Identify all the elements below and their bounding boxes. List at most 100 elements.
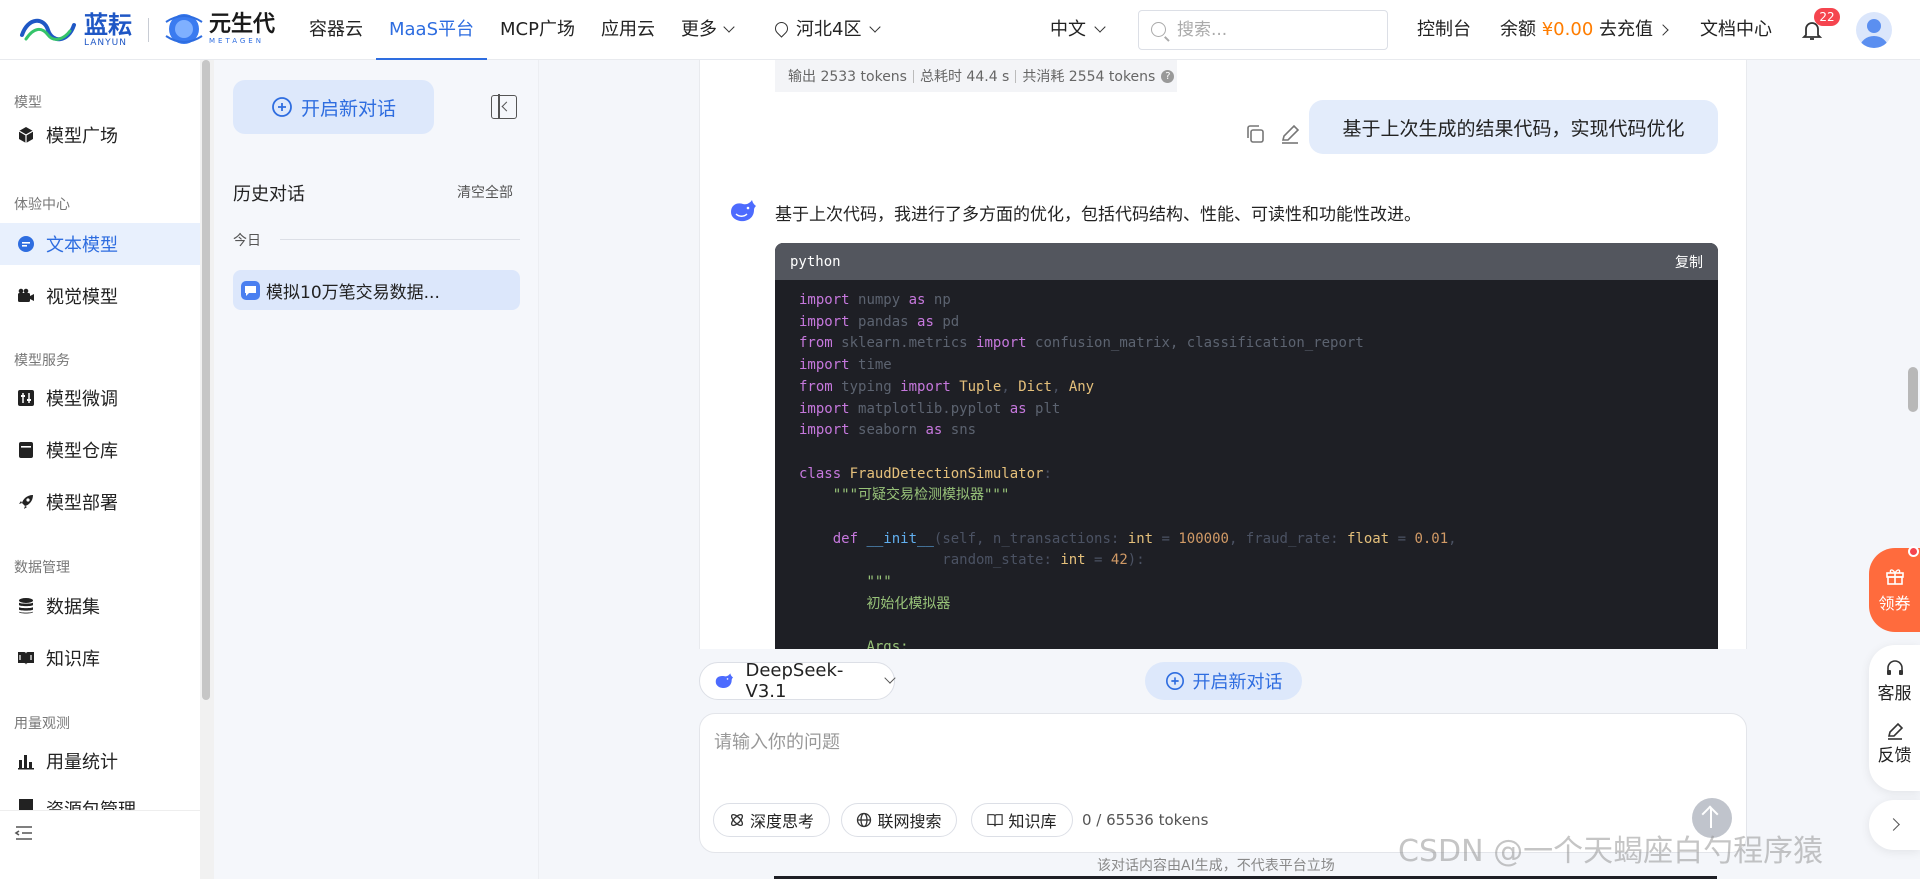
book-icon bbox=[16, 648, 36, 668]
customer-service-button[interactable]: 客服 bbox=[1869, 659, 1920, 704]
docs-center-link[interactable]: 文档中心 bbox=[1700, 0, 1772, 60]
coupon-button[interactable]: 领券 bbox=[1869, 548, 1920, 632]
lanyun-logo-icon bbox=[20, 18, 76, 42]
model-selector[interactable]: DeepSeek-V3.1 bbox=[699, 660, 896, 702]
new-chat-label: 开启新对话 bbox=[300, 97, 396, 120]
sidebar-item-dataset[interactable]: 数据集 bbox=[0, 585, 200, 627]
sidebar-item-label: 资源包管理 bbox=[46, 796, 136, 810]
book-icon bbox=[987, 814, 1004, 827]
lanyun-brand-name: 蓝耘 bbox=[84, 10, 132, 39]
nav-label: MaaS平台 bbox=[389, 19, 475, 40]
chevron-down-icon bbox=[869, 21, 882, 33]
web-search-toggle[interactable]: 联网搜索 bbox=[841, 803, 957, 837]
knowledge-base-toggle[interactable]: 知识库 bbox=[971, 803, 1073, 837]
left-sidebar: 模型 模型广场 体验中心 文本模型 视觉模型 模型服务 模型微调 模型仓库 模型… bbox=[0, 60, 214, 879]
token-counter: 0 / 65536 tokens bbox=[1082, 811, 1209, 829]
user-icon bbox=[1860, 19, 1888, 48]
knowledge-base-label: 知识库 bbox=[1008, 812, 1057, 831]
region-selector[interactable]: 河北4区 bbox=[772, 0, 882, 60]
lanyun-logo[interactable]: 蓝耘 LANYUN bbox=[18, 10, 132, 50]
headset-icon bbox=[1886, 660, 1903, 675]
chevron-right-icon bbox=[1657, 24, 1669, 36]
token-stats: 输出 2533 tokens 总耗时 44.4 s 共消耗 2554 token… bbox=[775, 60, 1177, 92]
sidebar-item-label: 模型仓库 bbox=[46, 441, 118, 462]
chevron-down-icon bbox=[1094, 21, 1106, 33]
nav-label: 更多 bbox=[680, 19, 717, 40]
new-chat-button[interactable]: 开启新对话 bbox=[1145, 662, 1302, 700]
expand-float-button[interactable] bbox=[1869, 800, 1920, 850]
add-chat-icon bbox=[1165, 672, 1184, 690]
nav-container-cloud[interactable]: 容器云 bbox=[296, 0, 376, 60]
language-selector[interactable]: 中文 bbox=[1050, 0, 1106, 60]
nav-label: MCP广场 bbox=[500, 19, 575, 40]
recharge-link[interactable]: 去充值 bbox=[1599, 19, 1653, 40]
nav-label: 容器云 bbox=[309, 19, 363, 40]
menu-collapse-icon[interactable] bbox=[14, 823, 34, 843]
copy-code-button[interactable]: 复制 bbox=[1675, 252, 1703, 272]
history-item[interactable]: 模拟10万笔交易数据... bbox=[233, 270, 520, 310]
message-input[interactable] bbox=[714, 728, 1714, 778]
support-panel: 客服 反馈 bbox=[1869, 645, 1920, 791]
sidebar-scrollbar[interactable] bbox=[200, 60, 214, 879]
metagen-brand-name: 元生代 bbox=[209, 11, 276, 37]
metagen-brand-en: METAGEN bbox=[209, 36, 264, 45]
nav-app-cloud[interactable]: 应用云 bbox=[588, 0, 668, 60]
sidebar-section-service: 模型服务 bbox=[14, 353, 70, 369]
edit-icon[interactable] bbox=[1279, 123, 1301, 145]
history-item-label: 模拟10万笔交易数据... bbox=[266, 282, 440, 303]
sidebar-item-text-model[interactable]: 文本模型 bbox=[0, 223, 200, 265]
sidebar-item-deploy[interactable]: 模型部署 bbox=[0, 481, 200, 523]
code-language: python bbox=[790, 253, 841, 270]
sidebar-item-knowledge[interactable]: 知识库 bbox=[0, 637, 200, 679]
deepseek-whale-icon bbox=[715, 673, 734, 689]
help-icon[interactable]: ? bbox=[1161, 69, 1175, 83]
balance-recharge[interactable]: 余额 ¥0.00 去充值 bbox=[1500, 0, 1669, 60]
feedback-button[interactable]: 反馈 bbox=[1869, 721, 1920, 766]
clear-all-button[interactable]: 清空全部 bbox=[457, 182, 513, 202]
metagen-logo[interactable]: 元生代 METAGEN bbox=[163, 8, 275, 50]
today-group-label: 今日 bbox=[233, 233, 261, 249]
search-input[interactable] bbox=[1177, 18, 1377, 42]
sidebar-section-data: 数据管理 bbox=[14, 560, 70, 576]
sidebar-item-resource-mgmt[interactable]: 资源包管理 bbox=[0, 792, 200, 810]
database-icon bbox=[16, 596, 36, 616]
region-label: 河北4区 bbox=[796, 19, 862, 40]
sidebar-item-fine-tune[interactable]: 模型微调 bbox=[0, 377, 200, 419]
new-chat-button[interactable]: 开启新对话 bbox=[233, 80, 434, 134]
copy-icon[interactable] bbox=[1244, 123, 1266, 145]
chevron-right-icon bbox=[1887, 818, 1900, 831]
sidebar-item-vision-model[interactable]: 视觉模型 bbox=[0, 275, 200, 317]
camera-icon bbox=[16, 286, 36, 306]
notification-badge: 22 bbox=[1814, 8, 1840, 26]
gift-icon bbox=[1885, 569, 1904, 585]
deep-think-toggle[interactable]: 深度思考 bbox=[713, 803, 830, 837]
page-scrollbar-thumb[interactable] bbox=[1908, 367, 1918, 412]
user-message: 基于上次生成的结果代码，实现代码优化 bbox=[1309, 100, 1718, 154]
output-tokens: 输出 2533 tokens bbox=[788, 69, 907, 85]
search-box bbox=[1138, 10, 1388, 50]
nav-mcp-square[interactable]: MCP广场 bbox=[487, 0, 588, 60]
total-tokens: 共消耗 2554 tokens bbox=[1022, 69, 1156, 85]
sidebar-item-model-square[interactable]: 模型广场 bbox=[0, 114, 200, 156]
sidebar-section-experience: 体验中心 bbox=[14, 197, 70, 213]
new-chat-label: 开启新对话 bbox=[1192, 672, 1283, 693]
user-avatar[interactable] bbox=[1856, 12, 1892, 48]
collapse-panel-icon[interactable] bbox=[491, 94, 517, 119]
sidebar-item-label: 知识库 bbox=[46, 649, 100, 670]
coupon-label: 领券 bbox=[1878, 594, 1911, 613]
chevron-down-icon bbox=[884, 672, 896, 684]
model-name: DeepSeek-V3.1 bbox=[745, 660, 844, 702]
lanyun-brand-en: LANYUN bbox=[84, 37, 127, 48]
sidebar-item-model-repo[interactable]: 模型仓库 bbox=[0, 429, 200, 471]
scrollbar-thumb[interactable] bbox=[202, 60, 210, 700]
chat-icon bbox=[241, 280, 260, 300]
sidebar-item-label: 模型广场 bbox=[46, 126, 118, 147]
web-search-label: 联网搜索 bbox=[877, 812, 942, 831]
language-label: 中文 bbox=[1050, 19, 1086, 40]
sidebar-item-label: 用量统计 bbox=[46, 752, 118, 773]
console-link[interactable]: 控制台 bbox=[1417, 0, 1471, 60]
history-title: 历史对话 bbox=[233, 184, 305, 205]
nav-more[interactable]: 更多 bbox=[668, 0, 746, 60]
sidebar-item-usage-stats[interactable]: 用量统计 bbox=[0, 740, 200, 782]
nav-maas-platform[interactable]: MaaS平台 bbox=[376, 0, 488, 60]
